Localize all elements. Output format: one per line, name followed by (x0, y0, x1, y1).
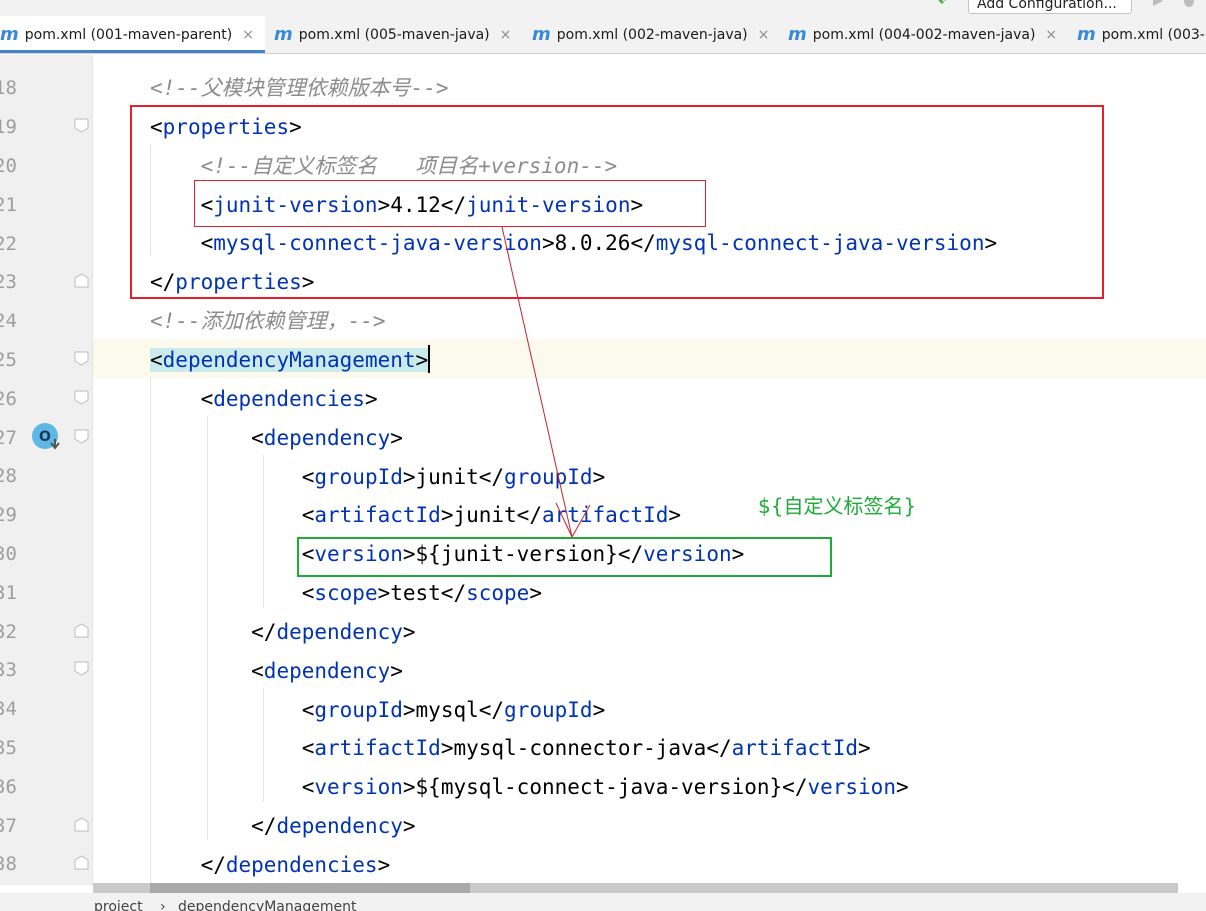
tab-label: pom.xml (003- (1101, 26, 1205, 43)
maven-file-icon: m (532, 24, 551, 45)
editor-tab-bar: m pom.xml (001-maven-parent) × m pom.xml… (0, 16, 1206, 54)
tab-label: pom.xml (004-002-maven-java) (812, 26, 1036, 43)
run-icon[interactable] (1150, 0, 1166, 10)
code-editor[interactable]: 18 19 20 21 22 23 24 25 26 27 28 29 30 3… (0, 55, 1206, 885)
horizontal-scrollbar[interactable] (93, 883, 1178, 893)
close-icon[interactable]: × (500, 27, 512, 43)
tab-pom-002-maven-java[interactable]: m pom.xml (002-maven-java) × (532, 16, 769, 53)
debug-icon[interactable] (1180, 0, 1198, 10)
maven-file-icon: m (274, 24, 293, 45)
scrollbar-thumb[interactable] (150, 883, 470, 893)
breadcrumb: project › dependencyManagement (0, 893, 1206, 911)
annotation-arrow (501, 226, 591, 538)
tab-label: pom.xml (001-maven-parent) (24, 26, 233, 43)
tab-label: pom.xml (002-maven-java) (556, 26, 748, 43)
maven-file-icon: m (788, 24, 807, 45)
close-icon[interactable]: × (242, 27, 254, 43)
breadcrumb-separator: › (160, 899, 166, 911)
maven-file-icon: m (0, 24, 19, 45)
tab-pom-005-maven-java[interactable]: m pom.xml (005-maven-java) × (274, 16, 511, 53)
maven-file-icon: m (1077, 24, 1096, 45)
close-icon[interactable]: × (1045, 27, 1057, 43)
tab-pom-004-002-maven-java[interactable]: m pom.xml (004-002-maven-java) × (788, 16, 1057, 53)
breadcrumb-item-dependency-management[interactable]: dependencyManagement (178, 899, 356, 911)
tab-pom-001-maven-parent[interactable]: m pom.xml (001-maven-parent) × (0, 16, 265, 53)
close-icon[interactable]: × (758, 27, 770, 43)
tab-pom-003[interactable]: m pom.xml (003- (1077, 16, 1205, 53)
hammer-icon[interactable] (932, 0, 952, 10)
run-toolbar: Add Configuration... (0, 0, 1206, 16)
tab-label: pom.xml (005-maven-java) (298, 26, 490, 43)
breadcrumb-item-project[interactable]: project (94, 899, 143, 911)
add-configuration-button[interactable]: Add Configuration... (968, 0, 1132, 14)
